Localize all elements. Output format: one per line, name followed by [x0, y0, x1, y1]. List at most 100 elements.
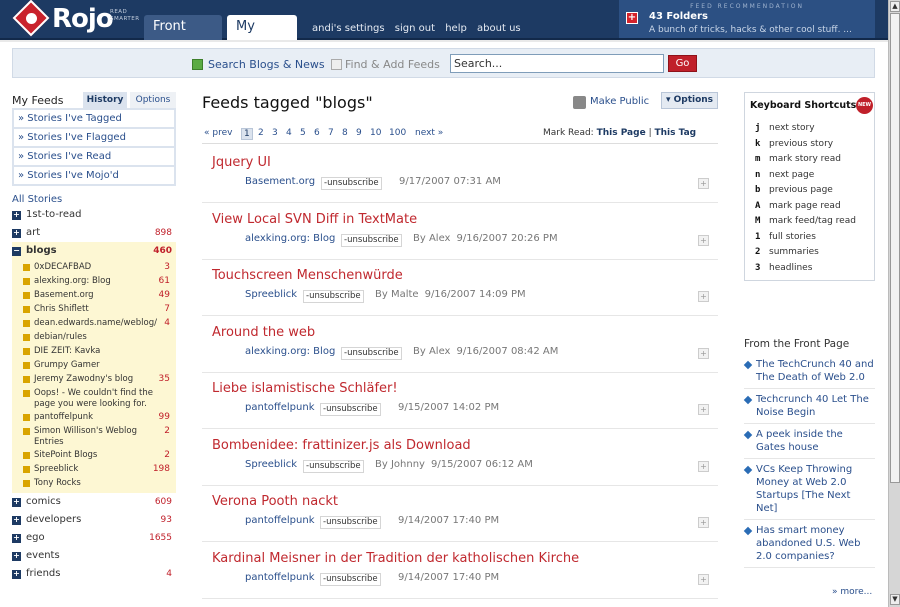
story-title[interactable]: Jquery UI	[212, 155, 271, 170]
feed-item[interactable]: debian/rules	[22, 331, 176, 345]
tab-options[interactable]: Options	[130, 92, 176, 108]
story-source[interactable]: Spreeblick	[245, 459, 297, 470]
page-link[interactable]: 100	[389, 128, 406, 138]
feed-item[interactable]: dean.edwards.name/weblog/4	[22, 317, 176, 331]
front-page-item[interactable]: A peek inside the Gates house	[743, 428, 875, 459]
feed-item[interactable]: Tony Rocks	[22, 477, 176, 491]
story-title[interactable]: Verona Pooth nackt	[212, 494, 338, 509]
front-page-item[interactable]: The TechCrunch 40 and The Death of Web 2…	[743, 358, 875, 389]
story-title[interactable]: Liebe islamistische Schläfer!	[212, 381, 398, 396]
folder-item[interactable]: + art 898	[12, 224, 176, 242]
story-title[interactable]: Bombenidee: frattinizer.js als Download	[212, 438, 471, 453]
find-feeds-checkbox[interactable]	[331, 59, 342, 70]
story-title[interactable]: Around the web	[212, 325, 315, 340]
expand-story-icon[interactable]: +	[698, 517, 709, 528]
page-link[interactable]: 4	[286, 128, 292, 138]
feed-item[interactable]: alexking.org: Blog 61	[22, 275, 176, 289]
scroll-up-icon[interactable]: ▲	[890, 1, 900, 12]
front-page-item[interactable]: Techcrunch 40 Let The Noise Begin	[743, 393, 875, 424]
folder-item[interactable]: + events	[12, 547, 176, 565]
story-title[interactable]: Kardinal Meisner in der Tradition der ka…	[212, 551, 579, 566]
front-page-item[interactable]: Has smart money abandoned U.S. Web 2.0 c…	[743, 524, 875, 568]
page-link[interactable]: 2	[258, 128, 264, 138]
vertical-scrollbar[interactable]: ▲ ▼	[888, 0, 900, 607]
next-page-link[interactable]: next »	[415, 128, 443, 138]
story-source[interactable]: Spreeblick	[245, 289, 297, 300]
expand-icon[interactable]: +	[12, 498, 21, 507]
feed-item[interactable]: Basement.org 49	[22, 289, 176, 303]
search-blogs-checkbox[interactable]	[192, 59, 203, 70]
story-title[interactable]: View Local SVN Diff in TextMate	[212, 212, 417, 227]
unsubscribe-button[interactable]: -unsubscribe	[341, 346, 402, 360]
expand-story-icon[interactable]: +	[698, 404, 709, 415]
feed-item[interactable]: Chris Shiflett 7	[22, 303, 176, 317]
story-source[interactable]: Basement.org	[245, 176, 315, 187]
story-source[interactable]: pantoffelpunk	[245, 515, 315, 526]
expand-icon[interactable]: +	[12, 570, 21, 579]
feed-item[interactable]: SitePoint Blogs 2	[22, 449, 176, 463]
make-public-link[interactable]: Make Public	[590, 96, 649, 107]
page-link[interactable]: 9	[356, 128, 362, 138]
page-link[interactable]: 8	[342, 128, 348, 138]
rss-icon[interactable]	[573, 96, 586, 109]
tab-front-page[interactable]: Front Page	[144, 15, 222, 58]
folder-item[interactable]: + friends 4	[12, 565, 176, 583]
page-link[interactable]: 7	[328, 128, 334, 138]
go-button[interactable]: Go	[668, 55, 697, 72]
unsubscribe-button[interactable]: -unsubscribe	[303, 290, 364, 303]
expand-icon[interactable]: +	[12, 516, 21, 525]
feed-item[interactable]: DIE ZEIT: Kavka	[22, 345, 176, 359]
history-tagged[interactable]: » Stories I've Tagged	[14, 110, 174, 127]
prev-page-link[interactable]: « prev	[204, 128, 232, 138]
add-feed-icon[interactable]: +	[626, 12, 638, 24]
find-feeds-label[interactable]: Find & Add Feeds	[345, 58, 440, 71]
about-us-link[interactable]: about us	[477, 23, 521, 34]
feed-item[interactable]: pantoffelpunk 99	[22, 411, 176, 425]
unsubscribe-button[interactable]: -unsubscribe	[320, 516, 381, 529]
page-link[interactable]: 5	[300, 128, 306, 138]
folder-item-blogs[interactable]: − blogs 460	[12, 242, 176, 260]
story-source[interactable]: alexking.org: Blog	[245, 233, 335, 244]
page-link[interactable]: 6	[314, 128, 320, 138]
feed-item[interactable]: Oops! - We couldn't find the page you we…	[22, 387, 176, 411]
rojo-logo[interactable]	[12, 0, 50, 37]
history-flagged[interactable]: » Stories I've Flagged	[14, 129, 174, 146]
unsubscribe-button[interactable]: -unsubscribe	[320, 403, 381, 416]
unsubscribe-button[interactable]: -unsubscribe	[320, 572, 381, 586]
folder-item[interactable]: + developers 93	[12, 511, 176, 529]
all-stories-link[interactable]: All Stories	[12, 194, 62, 205]
scroll-thumb[interactable]	[890, 13, 900, 483]
expand-story-icon[interactable]: +	[698, 573, 709, 585]
tab-history[interactable]: History	[83, 92, 127, 108]
expand-story-icon[interactable]: +	[698, 291, 709, 302]
help-link[interactable]: help	[445, 23, 467, 34]
expand-story-icon[interactable]: +	[698, 460, 709, 472]
story-source[interactable]: pantoffelpunk	[245, 402, 315, 413]
scroll-down-icon[interactable]: ▼	[890, 594, 900, 605]
front-page-item[interactable]: VCs Keep Throwing Money at Web 2.0 Start…	[743, 463, 875, 520]
unsubscribe-button[interactable]: -unsubscribe	[321, 177, 382, 190]
feed-item[interactable]: Grumpy Gamer	[22, 359, 176, 373]
feed-item[interactable]: 0xDECAFBAD 3	[22, 261, 176, 275]
search-blogs-label[interactable]: Search Blogs & News	[208, 58, 325, 71]
unsubscribe-button[interactable]: -unsubscribe	[341, 233, 402, 247]
story-source[interactable]: pantoffelpunk	[245, 572, 315, 583]
expand-icon[interactable]: +	[12, 211, 21, 220]
more-link[interactable]: » more...	[832, 587, 872, 597]
folder-item[interactable]: +1st-to-read	[12, 206, 176, 224]
expand-story-icon[interactable]: +	[698, 234, 709, 246]
expand-story-icon[interactable]: +	[698, 347, 709, 359]
history-read[interactable]: » Stories I've Read	[14, 148, 174, 165]
collapse-icon[interactable]: −	[12, 247, 21, 256]
expand-story-icon[interactable]: +	[698, 178, 709, 189]
page-link[interactable]: 1	[241, 128, 253, 140]
story-source[interactable]: alexking.org: Blog	[245, 346, 335, 357]
expand-icon[interactable]: +	[12, 552, 21, 561]
feed-rec-title[interactable]: 43 Folders	[649, 11, 708, 22]
folder-item[interactable]: + ego 1655	[12, 529, 176, 547]
tab-my-feeds[interactable]: My Feeds	[227, 15, 297, 58]
mark-read-this-page[interactable]: This Page	[597, 128, 646, 138]
search-input[interactable]	[450, 54, 664, 73]
feed-item[interactable]: Jeremy Zawodny's blog 35	[22, 373, 176, 387]
settings-link[interactable]: andi's settings	[312, 23, 385, 34]
